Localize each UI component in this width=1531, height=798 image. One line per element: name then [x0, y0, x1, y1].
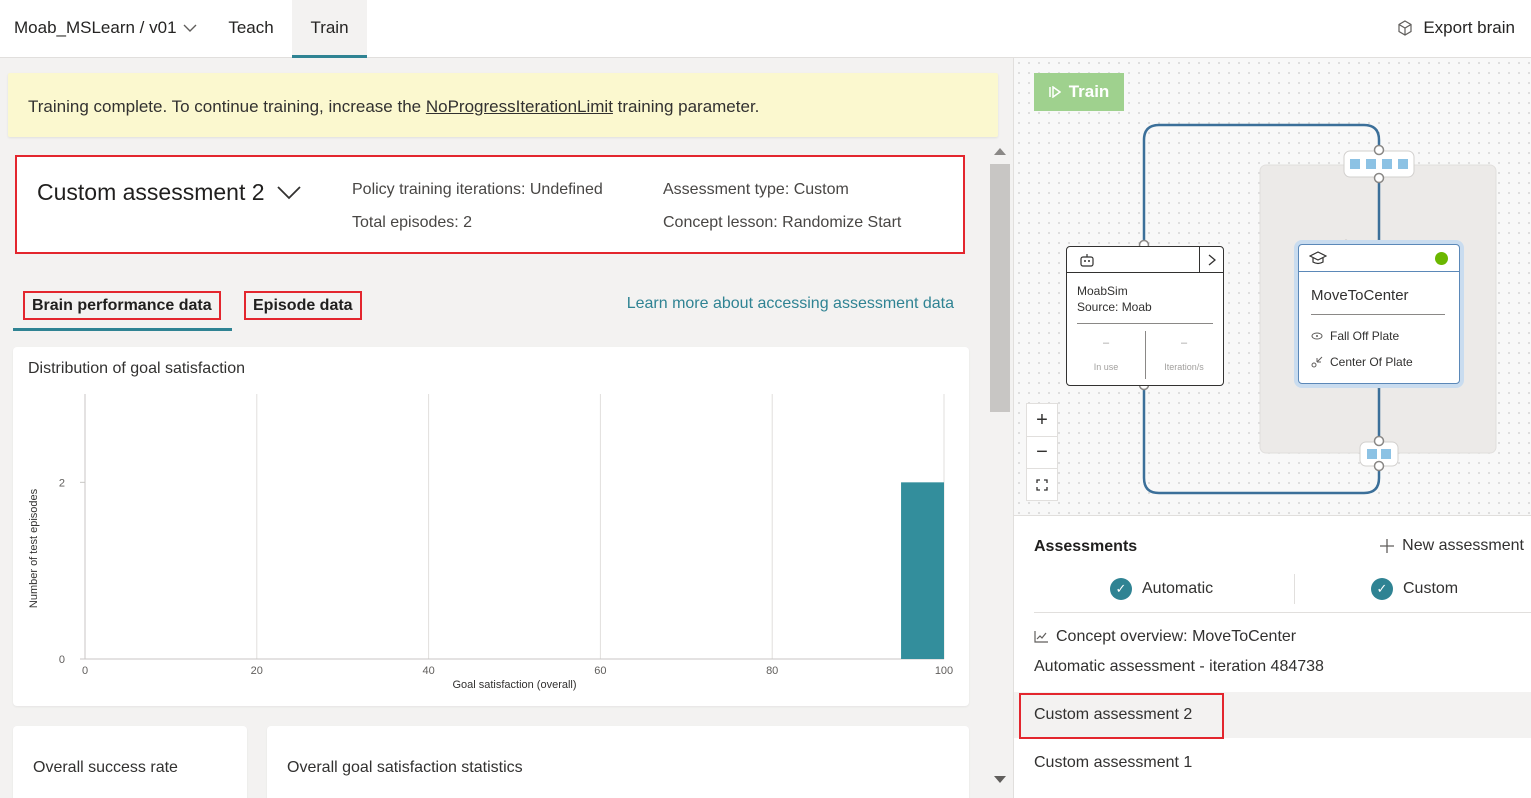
export-brain-button[interactable]: Export brain — [1397, 18, 1515, 38]
tab-teach-label: Teach — [228, 18, 274, 37]
goal-satisfaction-chart-card: Distribution of goal satisfaction 0 20 40 6… — [13, 347, 969, 706]
y-axis-label: Number of test episodes — [28, 488, 40, 608]
concept-node[interactable]: MoveToCenter Fall Off Plate Center Of Pl… — [1298, 244, 1460, 384]
simulator-name: MoabSim — [1077, 284, 1128, 298]
chevron-down-icon — [276, 185, 301, 199]
assessments-title: Assessments — [1034, 538, 1138, 555]
export-brain-label: Export brain — [1423, 18, 1515, 37]
success-rate-label: Overall success rate — [33, 759, 178, 776]
tab-train[interactable]: Train — [292, 0, 367, 58]
chevron-right-icon — [1208, 254, 1216, 265]
filter-automatic-label: Automatic — [1142, 580, 1214, 597]
assessments-panel: Assessments New assessment ✓ Automatic ✓… — [1014, 518, 1531, 798]
concept-overview-label: Concept overview: MoveToCenter — [1056, 628, 1297, 645]
concept-name: MoveToCenter — [1311, 287, 1409, 304]
assessment-pane: Training complete. To continue training,… — [0, 58, 1013, 798]
active-tab-indicator — [13, 328, 232, 331]
x-tick-label: 0 — [82, 665, 88, 677]
learn-more-link[interactable]: Learn more about accessing assessment da… — [627, 295, 954, 313]
assessment-type: Assessment type: Custom — [663, 181, 849, 198]
goal-center-of-plate: Center Of Plate — [1311, 355, 1413, 369]
graduation-cap-icon — [1309, 251, 1327, 265]
project-selector[interactable]: Moab_MSLearn / v01 — [14, 18, 197, 38]
x-tick-label: 100 — [935, 665, 953, 677]
filter-custom[interactable]: ✓ Custom — [1371, 578, 1458, 600]
fit-to-screen-button[interactable] — [1027, 468, 1057, 500]
line-chart-icon — [1034, 631, 1048, 643]
concept-overview-link[interactable]: Concept overview: MoveToCenter — [1034, 628, 1296, 646]
policy-iterations: Policy training iterations: Undefined — [352, 181, 603, 198]
project-name: Moab_MSLearn / v01 — [14, 18, 177, 37]
y-tick-label: 0 — [59, 654, 65, 666]
x-tick-label: 80 — [766, 665, 778, 677]
vertical-scrollbar[interactable] — [990, 146, 1010, 796]
tab-train-label: Train — [310, 18, 349, 37]
expand-button[interactable] — [1199, 247, 1223, 272]
banner-text-end: training parameter. — [612, 97, 760, 116]
scroll-up-arrow-icon[interactable] — [994, 148, 1006, 155]
total-episodes: Total episodes: 2 — [352, 214, 473, 231]
goal-statistics-card: Overall goal satisfaction statistics — [267, 726, 969, 798]
y-tick-label: 2 — [59, 477, 65, 489]
tab-episode-data[interactable]: Episode data — [244, 291, 362, 320]
zoom-out-button[interactable]: − — [1027, 436, 1057, 468]
iterations-value: – — [1180, 337, 1188, 349]
robot-icon — [1080, 254, 1094, 267]
tab-teach[interactable]: Teach — [212, 0, 290, 58]
divider — [1311, 314, 1445, 315]
checkmark-icon: ✓ — [1371, 578, 1393, 600]
new-assessment-button[interactable]: New assessment — [1380, 537, 1524, 555]
scroll-down-arrow-icon[interactable] — [994, 776, 1006, 783]
banner-text: Training complete. To continue training,… — [28, 97, 426, 116]
iterations-label: Iteration/s — [1164, 362, 1204, 372]
goal-fall-off-plate: Fall Off Plate — [1311, 329, 1399, 343]
data-tabs: Brain performance data Episode data Lear… — [13, 288, 973, 334]
chevron-down-icon — [183, 24, 197, 32]
x-tick-label: 60 — [594, 665, 606, 677]
filter-automatic[interactable]: ✓ Automatic — [1110, 578, 1213, 600]
reach-icon — [1311, 356, 1323, 368]
success-rate-card: Overall success rate — [13, 726, 247, 798]
goal-2-label: Center Of Plate — [1330, 355, 1413, 369]
brain-graph-canvas[interactable]: Train MoabSim Source: Moab – In use – It… — [1014, 58, 1531, 516]
no-progress-iteration-limit-link[interactable]: NoProgressIterationLimit — [426, 97, 613, 116]
in-use-value: – — [1102, 337, 1110, 349]
x-tick-label: 20 — [251, 665, 263, 677]
selection-highlight — [1019, 693, 1224, 739]
new-assessment-label: New assessment — [1402, 537, 1524, 554]
filter-divider — [1294, 574, 1295, 604]
assessment-list-item[interactable]: Automatic assessment - iteration 484738 — [1034, 658, 1324, 676]
zoom-controls: + − — [1026, 403, 1058, 501]
assessment-selector[interactable]: Custom assessment 2 — [37, 179, 301, 206]
assessment-title: Custom assessment 2 — [37, 179, 265, 205]
top-bar: Moab_MSLearn / v01 Teach Train Export br… — [0, 0, 1531, 58]
goal-1-label: Fall Off Plate — [1330, 329, 1400, 343]
divider — [1034, 612, 1531, 613]
fit-screen-icon — [1036, 478, 1048, 491]
training-complete-banner: Training complete. To continue training,… — [8, 73, 998, 137]
x-axis-label: Goal satisfaction (overall) — [452, 679, 576, 691]
divider — [1077, 323, 1213, 324]
scroll-thumb[interactable] — [990, 164, 1010, 412]
zoom-in-button[interactable]: + — [1027, 404, 1057, 436]
simulator-node[interactable]: MoabSim Source: Moab – In use – Iteratio… — [1066, 246, 1224, 386]
assessment-summary-card: Custom assessment 2 Policy training iter… — [15, 155, 965, 254]
x-tick-label: 40 — [422, 665, 434, 677]
avoid-icon — [1311, 332, 1323, 340]
goal-statistics-label: Overall goal satisfaction statistics — [287, 759, 523, 776]
tab-brain-performance-data[interactable]: Brain performance data — [23, 291, 221, 320]
concept-lesson: Concept lesson: Randomize Start — [663, 214, 902, 231]
checkmark-icon: ✓ — [1110, 578, 1132, 600]
status-dot — [1435, 252, 1448, 265]
cube-icon — [1398, 20, 1412, 36]
right-panel: Train MoabSim Source: Moab – In use – It… — [1013, 58, 1531, 798]
simulator-source: Source: Moab — [1077, 300, 1152, 314]
chart-bar — [901, 482, 944, 659]
goal-satisfaction-chart: 0 20 40 60 80 100 0 2 Goal satisfaction (overall… — [28, 394, 953, 691]
filter-custom-label: Custom — [1403, 580, 1459, 597]
assessment-list-item[interactable]: Custom assessment 1 — [1034, 754, 1192, 772]
plus-icon — [1380, 539, 1395, 553]
in-use-label: In use — [1093, 362, 1119, 372]
